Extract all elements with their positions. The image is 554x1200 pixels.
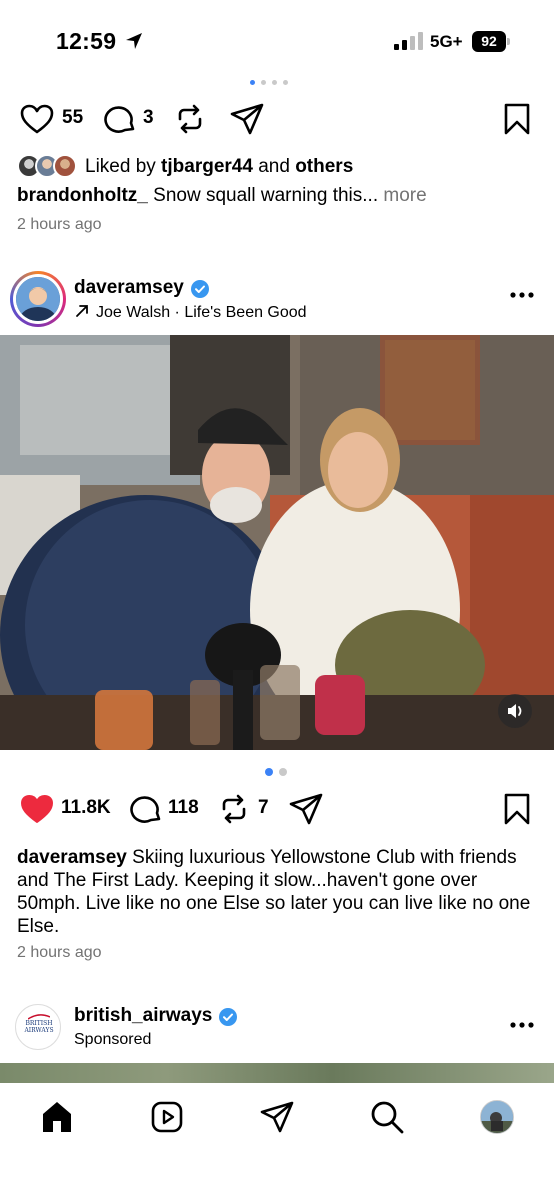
liked-by-text: Liked by tjbarger44 and others [85,156,353,178]
music-arrow-icon [76,305,88,317]
prev-comment-count[interactable]: 3 [143,107,154,129]
like-count[interactable]: 11.8K [61,797,111,819]
sponsored-photo[interactable] [0,1063,554,1083]
search-icon[interactable] [369,1099,405,1135]
caption-user[interactable]: daveramsey [17,847,127,868]
repost-count[interactable]: 7 [258,797,269,819]
avatar[interactable]: BRITISH AIRWAYS [15,1004,61,1050]
sponsored-post-header: BRITISH AIRWAYS british_airways Sponsore… [0,1000,554,1056]
heart-icon[interactable] [20,104,54,134]
sponsor-username[interactable]: british_airways [74,1005,212,1027]
logo-text: BRITISH AIRWAYS [24,1020,54,1034]
liked-by-user[interactable]: tjbarger44 [161,156,253,177]
post-header: daveramsey Joe Walsh · Life's Been Good [0,268,554,328]
comment-icon[interactable] [104,104,136,134]
verified-icon [219,1008,237,1026]
bookmark-icon[interactable] [504,793,530,825]
profile-avatar [481,1101,513,1133]
bookmark-icon[interactable] [504,103,530,135]
prev-caption-text: Snow squall warning this... [147,185,379,206]
share-icon[interactable] [289,793,323,825]
sponsored-label: Sponsored [74,1031,152,1048]
status-time: 12:59 [56,28,117,54]
repost-icon[interactable] [218,793,250,825]
carousel-dot-active [265,768,273,776]
volume-button[interactable] [498,694,532,728]
signal-icon [394,32,423,50]
avatar [16,277,60,321]
battery-level: 92 [472,31,506,52]
carousel-dots [265,768,289,776]
carousel-dot [279,768,287,776]
liked-by-others[interactable]: others [295,156,353,177]
more-options-icon[interactable] [510,1022,534,1028]
direct-message-icon[interactable] [259,1099,295,1135]
prev-caption: brandonholtz_ Snow squall warning this..… [17,185,427,207]
location-arrow-icon [126,33,142,49]
heart-icon[interactable] [20,794,54,824]
photo-image [0,335,554,750]
battery-icon: 92 [472,31,512,52]
post-photo[interactable] [0,335,554,750]
prev-like-count[interactable]: 55 [62,107,83,129]
status-bar: 12:59 5G+ 92 [0,0,554,80]
network-label: 5G+ [430,32,463,51]
liked-by-prefix: Liked by [85,156,162,177]
home-icon[interactable] [39,1099,75,1135]
bottom-tab-bar [0,1083,554,1200]
prev-caption-user[interactable]: brandonholtz_ [17,185,148,206]
post-username[interactable]: daveramsey [74,277,184,299]
prev-carousel-dots [250,80,310,86]
prev-post-actions: 55 3 [0,98,554,138]
post-caption: daveramsey Skiing luxurious Yellowstone … [17,846,542,938]
prev-post-time: 2 hours ago [17,216,102,233]
comment-icon[interactable] [130,794,162,824]
post-time: 2 hours ago [17,944,102,961]
more-options-icon[interactable] [510,292,534,298]
profile-icon[interactable] [480,1100,514,1134]
repost-icon[interactable] [174,103,206,135]
verified-icon [191,280,209,298]
share-icon[interactable] [230,103,264,135]
music-line[interactable]: Joe Walsh · Life's Been Good [74,303,307,322]
post-actions: 11.8K 118 7 [0,788,554,828]
liked-by-and: and [252,156,296,177]
avatar [53,154,77,178]
volume-icon [508,704,522,718]
music-text: Joe Walsh · Life's Been Good [96,304,307,321]
more-link[interactable]: more [378,185,426,206]
story-ring[interactable] [10,271,66,327]
reels-icon[interactable] [149,1099,185,1135]
comment-count[interactable]: 118 [168,797,199,819]
